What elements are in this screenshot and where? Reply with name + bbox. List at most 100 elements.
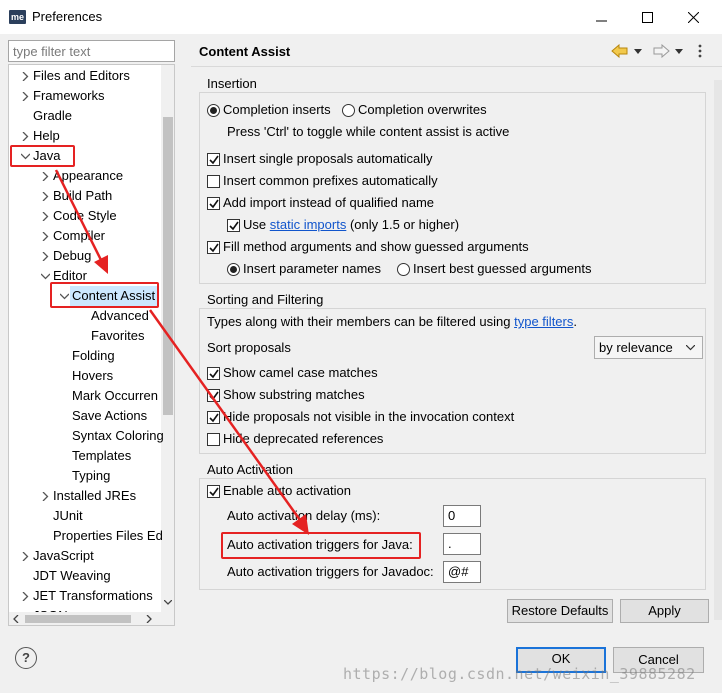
collapse-chevron-right-icon[interactable] [41,492,50,501]
fill-arguments-checkbox[interactable] [207,241,220,254]
camel-case-checkbox[interactable] [207,367,220,380]
completion-inserts-radio[interactable] [207,104,220,117]
minimize-button[interactable] [586,4,616,30]
tree-item-appearance[interactable]: Appearance [53,166,123,186]
tree-item-label: Java [33,148,61,163]
tree-horizontal-scroll-thumb[interactable] [25,615,131,623]
completion-overwrites-radio[interactable] [342,104,355,117]
add-import-checkbox[interactable] [207,197,220,210]
completion-inserts-label: Completion inserts [223,102,331,117]
insert-parameter-names-radio[interactable] [227,263,240,276]
type-filters-text: Types along with their members can be fi… [207,314,511,329]
tree-item-templates[interactable]: Templates [72,446,131,466]
use-static-imports-checkbox[interactable] [227,219,240,232]
javadoc-triggers-input[interactable]: @# [443,561,481,583]
hide-deprecated-checkbox[interactable] [207,433,220,446]
javadoc-triggers-label: Auto activation triggers for Javadoc: [227,564,434,579]
tree-item-build-path[interactable]: Build Path [53,186,112,206]
help-icon[interactable]: ? [15,647,37,669]
tree-item-javascript[interactable]: JavaScript [33,546,94,566]
close-icon [688,12,699,23]
insertion-group-label: Insertion [206,76,258,91]
back-dropdown-icon[interactable] [634,49,642,54]
collapse-chevron-right-icon[interactable] [21,92,30,101]
view-menu-icon[interactable] [697,43,703,59]
tree-item-folding[interactable]: Folding [72,346,115,366]
insert-single-checkbox[interactable] [207,153,220,166]
tree-item-label: JUnit [53,508,83,523]
checkmark-icon [209,199,219,209]
collapse-chevron-right-icon[interactable] [41,172,50,181]
collapse-chevron-right-icon[interactable] [21,72,30,81]
sorting-group-label: Sorting and Filtering [206,292,325,307]
static-imports-link[interactable]: static imports [270,217,347,232]
tree-item-save-actions[interactable]: Save Actions [72,406,147,426]
use-suffix-label: (only 1.5 or higher) [349,217,460,232]
tree-item-compiler[interactable]: Compiler [53,226,105,246]
checkmark-icon [209,413,219,423]
collapse-chevron-right-icon[interactable] [21,132,30,141]
tree-item-java[interactable]: Java [33,146,60,166]
tree-vertical-scroll-thumb[interactable] [163,117,173,415]
tree-item-label: Appearance [53,168,124,183]
tree-item-syntax-coloring[interactable]: Syntax Coloring [72,426,164,446]
tree-item-junit[interactable]: JUnit [53,506,83,526]
tree-item-label: Folding [72,348,115,363]
collapse-chevron-right-icon[interactable] [21,592,30,601]
tree-vertical-scrollbar[interactable] [161,65,174,612]
scroll-down-icon [164,600,172,605]
hide-invisible-checkbox[interactable] [207,411,220,424]
collapse-chevron-right-icon[interactable] [41,252,50,261]
use-static-imports-row: Use static imports (only 1.5 or higher) [243,215,459,235]
title-bar: me Preferences [0,0,722,34]
preference-tree[interactable]: Files and Editors Frameworks Gradle Help Jav… [8,64,175,613]
maximize-button[interactable] [632,4,662,30]
collapse-chevron-right-icon[interactable] [21,552,30,561]
expand-chevron-down-icon[interactable] [21,152,30,161]
tree-item-advanced[interactable]: Advanced [91,306,149,326]
enable-auto-activation-checkbox[interactable] [207,485,220,498]
window-edge [714,80,722,620]
java-triggers-input[interactable]: . [443,533,481,555]
tree-item-typing[interactable]: Typing [72,466,110,486]
tree-item-frameworks[interactable]: Frameworks [33,86,105,106]
tree-item-editor[interactable]: Editor [53,266,87,286]
type-filters-link[interactable]: type filters [514,314,573,329]
filter-input[interactable] [8,40,175,62]
insert-best-guessed-radio[interactable] [397,263,410,276]
tree-item-jet-transformations[interactable]: JET Transformations [33,586,153,606]
restore-defaults-button[interactable]: Restore Defaults [507,599,613,623]
collapse-chevron-right-icon[interactable] [41,212,50,221]
insert-common-checkbox[interactable] [207,175,220,188]
checkmark-icon [209,487,219,497]
forward-arrow-icon[interactable] [652,44,670,58]
tree-item-favorites[interactable]: Favorites [91,326,144,346]
apply-button[interactable]: Apply [620,599,709,623]
tree-item-label: JET Transformations [33,588,153,603]
expand-chevron-down-icon[interactable] [60,292,69,301]
tree-item-debug[interactable]: Debug [53,246,91,266]
use-label: Use [243,217,267,232]
tree-item-help[interactable]: Help [33,126,60,146]
forward-dropdown-icon[interactable] [675,49,683,54]
back-arrow-icon[interactable] [611,44,629,58]
activation-delay-input[interactable]: 0 [443,505,481,527]
tree-item-files-and-editors[interactable]: Files and Editors [33,66,130,86]
tree-item-gradle[interactable]: Gradle [33,106,72,126]
close-button[interactable] [678,4,708,30]
sort-proposals-select[interactable]: by relevance [594,336,703,359]
expand-chevron-down-icon[interactable] [41,272,50,281]
tree-horizontal-scrollbar[interactable] [8,612,175,626]
tree-item-jdt-weaving[interactable]: JDT Weaving [33,566,111,586]
hide-deprecated-label: Hide deprecated references [223,431,384,446]
collapse-chevron-right-icon[interactable] [41,192,50,201]
collapse-chevron-right-icon[interactable] [41,232,50,241]
tree-item-properties-files-ed[interactable]: Properties Files Ed [53,526,163,546]
tree-item-hovers[interactable]: Hovers [72,366,113,386]
tree-item-mark-occurren[interactable]: Mark Occurren [72,386,158,406]
tree-item-code-style[interactable]: Code Style [53,206,117,226]
substring-checkbox[interactable] [207,389,220,402]
tree-item-label: Help [33,128,60,143]
tree-item-content-assist[interactable]: Content Assist [70,286,158,306]
tree-item-installed-jres[interactable]: Installed JREs [53,486,136,506]
